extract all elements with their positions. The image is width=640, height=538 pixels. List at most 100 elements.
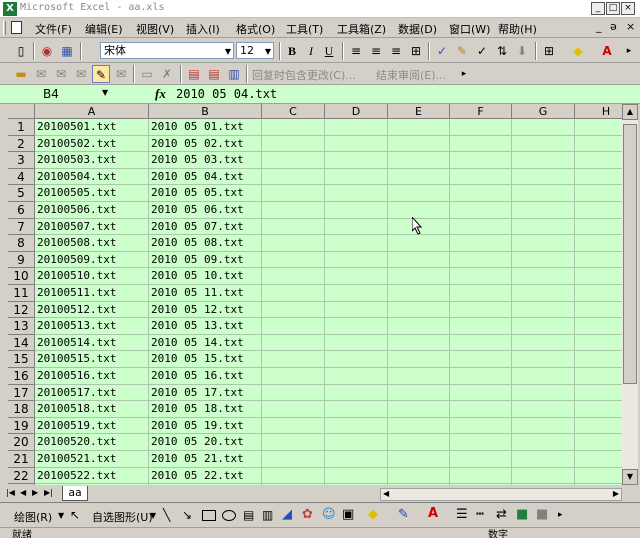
cell-f[interactable] [450,185,512,202]
mail-icon[interactable]: ✉ [32,65,50,83]
3d-icon[interactable]: ■ [536,507,548,522]
cell-e[interactable] [388,484,450,485]
column-header-g[interactable]: G [512,104,575,119]
cell-a[interactable]: 20100514.txt [35,334,149,352]
row-header[interactable]: 13 [8,318,35,335]
cell-b[interactable]: 2010 05 20.txt [149,434,262,451]
cell-c[interactable] [262,484,325,485]
cell-a[interactable]: 20100522.txt [35,467,149,485]
wordart-icon[interactable]: ◢ [282,507,292,522]
row-header[interactable]: 17 [8,384,35,402]
cell-g[interactable] [512,384,575,402]
cell-b[interactable]: 2010 05 04.txt [149,168,262,186]
cell-h[interactable] [575,351,622,368]
cell-a[interactable]: 20100517.txt [35,384,149,402]
comment-icon[interactable]: ▭ [138,65,156,83]
worksheet-grid[interactable]: A B C D E F G H 1 20100501.txt 2010 05 01.txt 2 2010… [8,104,622,485]
cell-d[interactable] [325,351,388,368]
cell-b[interactable]: 2010 05 21.txt [149,451,262,468]
cell-h[interactable] [575,368,622,385]
cell-f[interactable] [450,285,512,302]
cell-c[interactable] [262,368,325,385]
column-header-a[interactable]: A [35,104,149,119]
name-box[interactable]: B4 [3,86,113,102]
cell-g[interactable] [512,401,575,418]
cell-g[interactable] [512,235,575,252]
cell-d[interactable] [325,268,388,285]
calculator-icon[interactable]: ▦ [58,42,76,60]
cell-b[interactable]: 2010 05 05.txt [149,185,262,202]
cell-e[interactable] [388,168,450,186]
mail-reply-icon[interactable]: ✉ [52,65,70,83]
delete-comment-icon[interactable]: ✗ [158,65,176,83]
cell-c[interactable] [262,218,325,236]
cell-a[interactable]: 20100504.txt [35,168,149,186]
review-active-icon[interactable]: ✎ [92,65,110,83]
cell-g[interactable] [512,119,575,136]
cell-h[interactable] [575,169,622,186]
cell-d[interactable] [325,185,388,202]
cell-e[interactable] [388,334,450,352]
cell-g[interactable] [512,351,575,368]
scroll-down-icon[interactable]: ▼ [622,469,638,485]
cell-a[interactable]: 20100506.txt [35,202,149,219]
cell-a[interactable]: 20100520.txt [35,434,149,451]
bold-button[interactable]: B [283,42,301,60]
cell-h[interactable] [575,468,622,485]
cell-a[interactable]: 20100512.txt [35,301,149,319]
cell-g[interactable] [512,318,575,335]
dash-style-icon[interactable]: ┅ [476,507,484,522]
cell-a[interactable]: 20100507.txt [35,218,149,236]
cell-f[interactable] [450,334,512,352]
cell-a[interactable]: 20100521.txt [35,451,149,468]
cell-d[interactable] [325,318,388,335]
cell-a[interactable]: 20100510.txt [35,268,149,285]
vertical-scroll-thumb[interactable] [623,124,637,384]
cell-a[interactable]: 20100518.txt [35,401,149,418]
maximize-button[interactable]: □ [606,2,620,15]
cell-e[interactable] [388,467,450,485]
cell-a[interactable]: 20100502.txt [35,135,149,153]
cell-e[interactable] [388,235,450,252]
cell-c[interactable] [262,467,325,485]
cell-h[interactable] [575,401,622,418]
cell-g[interactable] [512,285,575,302]
formula-input[interactable]: 2010 05 04.txt [176,87,277,101]
cell-d[interactable] [325,451,388,468]
row-header[interactable]: 5 [8,185,35,202]
horizontal-scrollbar[interactable]: ◀ ▶ [380,488,622,501]
cell-f[interactable] [450,268,512,285]
menu-data[interactable]: 数据(D) [398,21,437,37]
row-header[interactable]: 10 [8,268,35,285]
cell-d[interactable] [325,434,388,451]
cell-h[interactable] [575,252,622,269]
row-header[interactable]: 15 [8,351,35,368]
cell-c[interactable] [262,235,325,252]
minimize-button[interactable]: _ [591,2,605,15]
close-button[interactable]: × [621,2,635,15]
cell-c[interactable] [262,318,325,335]
cell-d[interactable] [325,334,388,352]
cell-f[interactable] [450,235,512,252]
cell-g[interactable] [512,168,575,186]
track-changes-icon[interactable]: ▤ [185,65,203,83]
folder-icon[interactable]: ▬ [12,65,30,83]
row-header[interactable]: 3 [8,152,35,169]
cell-b[interactable]: 2010 05 19.txt [149,417,262,435]
row-header[interactable]: 1 [8,119,35,136]
doc-restore-button[interactable]: ə [610,20,617,33]
cell-a[interactable]: 20100513.txt [35,318,149,335]
line-color-icon[interactable]: ✎ [398,507,409,522]
column-header-e[interactable]: E [388,104,450,119]
fill-color-icon[interactable]: ◆ [368,507,378,522]
cell-d[interactable] [325,218,388,236]
cell-b[interactable]: 2010 05 01.txt [149,119,262,136]
translate-icon[interactable]: ✎ [453,42,471,60]
column-header-b[interactable]: B [149,104,262,119]
cell-b[interactable]: 2010 05 06.txt [149,202,262,219]
cell-g[interactable] [512,467,575,485]
cell-f[interactable] [450,251,512,269]
cell-g[interactable] [512,202,575,219]
cell-h[interactable] [575,152,622,169]
cell-f[interactable] [450,401,512,418]
